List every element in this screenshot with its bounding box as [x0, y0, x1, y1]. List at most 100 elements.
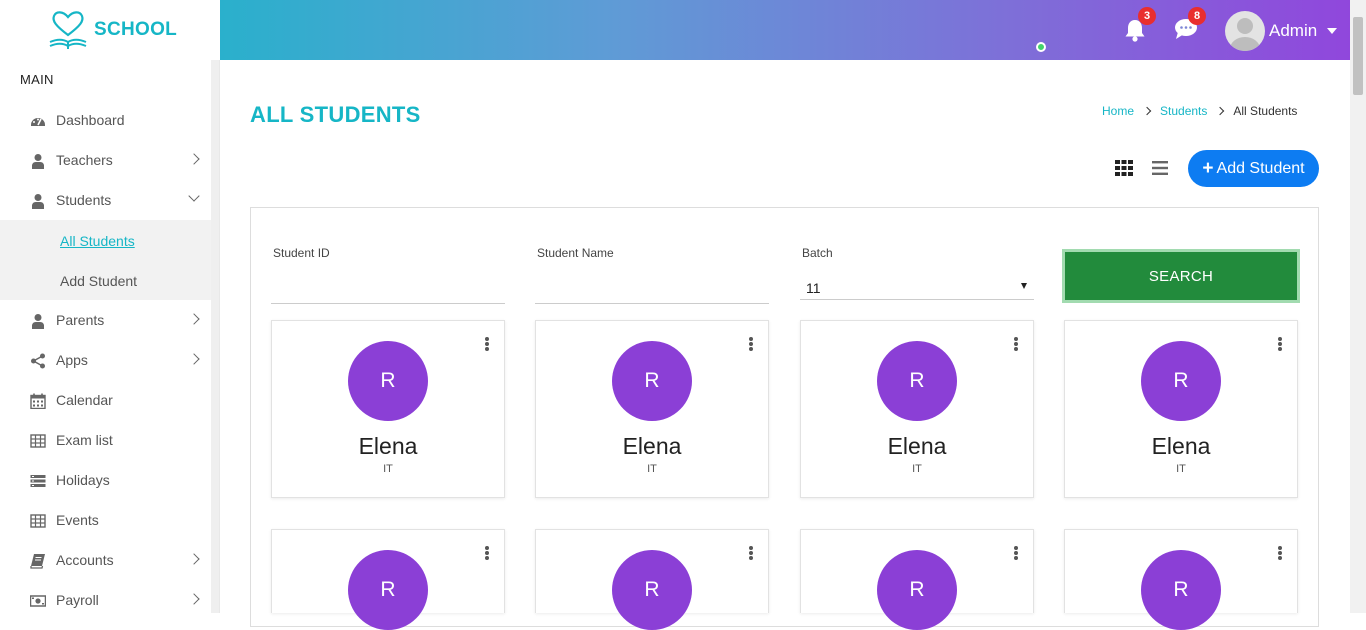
batch-label: Batch: [802, 246, 833, 260]
messages-button[interactable]: 8: [1170, 7, 1206, 48]
plus-icon: +: [1202, 158, 1214, 179]
students-submenu: All Students Add Student: [0, 220, 211, 300]
student-avatar: R: [348, 341, 428, 421]
more-options-icon[interactable]: [485, 546, 489, 560]
sidebar-item-exam-list[interactable]: Exam list: [0, 420, 211, 460]
more-options-icon[interactable]: [749, 546, 753, 560]
sidebar-item-holidays[interactable]: Holidays: [0, 460, 211, 500]
sidebar-item-students[interactable]: Students: [0, 180, 211, 220]
student-name-input[interactable]: [535, 275, 769, 301]
sidebar-item-label: Payroll: [56, 592, 99, 608]
sidebar-item-calendar[interactable]: Calendar: [0, 380, 211, 420]
sidebar-item-dashboard[interactable]: Dashboard: [0, 100, 211, 140]
breadcrumb-current: All Students: [1233, 104, 1298, 118]
page-title: ALL STUDENTS: [250, 102, 421, 127]
chevron-down-icon: [188, 190, 200, 202]
batch-select[interactable]: 11: [800, 274, 1034, 300]
student-department: IT: [383, 463, 393, 475]
student-avatar: R: [877, 550, 957, 630]
more-options-icon[interactable]: [1278, 337, 1282, 351]
student-avatar: R: [1141, 341, 1221, 421]
sidebar-item-label: Students: [56, 192, 112, 208]
more-options-icon[interactable]: [1014, 337, 1018, 351]
user-icon: [32, 154, 44, 169]
student-card[interactable]: R Elena IT: [800, 320, 1034, 498]
table-icon: [30, 434, 46, 448]
sidebar-item-label: Apps: [56, 352, 88, 368]
student-card[interactable]: R Elena IT: [1064, 320, 1298, 498]
sidebar-item-label: Calendar: [56, 392, 113, 408]
student-card[interactable]: R Elena IT: [271, 320, 505, 498]
more-options-icon[interactable]: [1278, 546, 1282, 560]
sidebar-item-label: Dashboard: [56, 112, 125, 128]
student-avatar: R: [877, 341, 957, 421]
list-icon: [30, 475, 46, 487]
student-card[interactable]: R: [535, 529, 769, 630]
page-scrollbar[interactable]: [1350, 0, 1366, 613]
sidebar-item-payroll[interactable]: Payroll: [0, 580, 211, 620]
grid-view-icon[interactable]: [1115, 160, 1133, 176]
more-options-icon[interactable]: [1014, 546, 1018, 560]
batch-select-value: 11: [806, 280, 821, 296]
book-icon: [30, 554, 45, 569]
money-icon: [30, 595, 46, 607]
list-view-icon[interactable]: [1152, 161, 1168, 175]
sidebar-item-parents[interactable]: Parents: [0, 300, 211, 340]
scrollbar-thumb[interactable]: [1353, 17, 1363, 95]
student-name-label: Student Name: [537, 246, 614, 260]
messages-badge: 8: [1188, 7, 1206, 25]
logo[interactable]: SCHOOL: [0, 0, 220, 60]
student-card[interactable]: R: [271, 529, 505, 630]
user-icon: [32, 194, 44, 209]
topbar: 3 8 Admin: [220, 0, 1350, 60]
sidebar-scrollbar[interactable]: [211, 60, 219, 613]
submenu-item-all-students[interactable]: All Students: [60, 233, 135, 249]
student-name: Elena: [358, 433, 418, 459]
student-department: IT: [912, 463, 922, 475]
student-department: IT: [1176, 463, 1186, 475]
logo-text: SCHOOL: [94, 19, 178, 40]
user-menu[interactable]: Admin: [1225, 11, 1338, 51]
add-student-button[interactable]: + Add Student: [1188, 150, 1319, 187]
sidebar-item-label: Events: [56, 512, 99, 528]
sidebar-item-label: Teachers: [56, 152, 113, 168]
sidebar-item-label: Holidays: [56, 472, 110, 488]
student-department: IT: [647, 463, 657, 475]
sidebar-item-apps[interactable]: Apps: [0, 340, 211, 380]
student-avatar: R: [612, 550, 692, 630]
user-placeholder-icon: [1230, 18, 1260, 51]
chevron-right-icon: [188, 553, 200, 565]
breadcrumb-home[interactable]: Home: [1102, 104, 1134, 118]
calendar-icon: [30, 393, 46, 409]
chevron-right-icon: [1216, 106, 1225, 116]
sidebar-item-accounts[interactable]: Accounts: [0, 540, 211, 580]
chevron-right-icon: [188, 353, 200, 365]
more-options-icon[interactable]: [749, 337, 753, 351]
student-name: Elena: [887, 433, 947, 459]
sidebar: MAIN Dashboard Teachers Students All Stu…: [0, 60, 220, 613]
online-status-dot: [1036, 42, 1046, 52]
sidebar-item-label: Exam list: [56, 432, 113, 448]
heart-book-icon: [49, 11, 87, 49]
user-icon: [32, 314, 44, 329]
user-name: Admin: [1269, 21, 1318, 40]
sidebar-item-teachers[interactable]: Teachers: [0, 140, 211, 180]
sidebar-item-label: Accounts: [56, 552, 114, 568]
notifications-button[interactable]: 3: [1120, 7, 1156, 48]
more-options-icon[interactable]: [485, 337, 489, 351]
caret-down-icon: [1021, 283, 1027, 289]
share-icon: [31, 353, 45, 369]
submenu-item-add-student[interactable]: Add Student: [60, 273, 137, 289]
sidebar-item-events[interactable]: Events: [0, 500, 211, 540]
student-id-label: Student ID: [273, 246, 330, 260]
student-card[interactable]: R: [800, 529, 1034, 630]
chevron-right-icon: [1142, 106, 1152, 116]
student-card[interactable]: R: [1064, 529, 1298, 630]
breadcrumb-students[interactable]: Students: [1160, 104, 1207, 118]
search-button[interactable]: SEARCH: [1062, 249, 1300, 303]
student-id-input[interactable]: [271, 275, 505, 301]
student-name: Elena: [622, 433, 682, 459]
student-card[interactable]: R Elena IT: [535, 320, 769, 498]
table-icon: [30, 514, 46, 528]
sidebar-section-label: MAIN: [20, 72, 54, 87]
